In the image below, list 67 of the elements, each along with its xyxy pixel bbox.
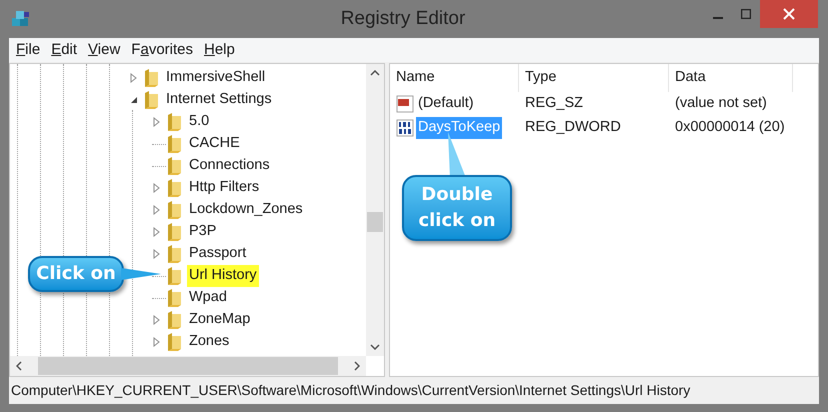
minimize-icon [713, 17, 723, 19]
collapsed-triangle-icon[interactable] [152, 337, 162, 347]
value-data: 0x00000014 (20) [674, 118, 786, 138]
horizontal-scrollbar[interactable] [10, 356, 366, 376]
callout-pointer [121, 268, 161, 280]
scrollbar-thumb[interactable] [38, 357, 338, 375]
tree-item[interactable]: P3P [187, 221, 218, 243]
folder-icon [166, 135, 182, 153]
scroll-down-icon[interactable] [370, 344, 380, 350]
tree-item[interactable]: Zones [187, 331, 232, 353]
window-title: Registry Editor [340, 6, 466, 31]
folder-icon [143, 69, 159, 87]
value-data: (value not set) [674, 94, 768, 114]
collapsed-triangle-icon[interactable] [152, 117, 162, 127]
tree-item[interactable]: Lockdown_Zones [187, 199, 305, 221]
folder-icon [166, 113, 182, 131]
tree-item[interactable]: Wpad [187, 287, 229, 309]
folder-icon [166, 311, 182, 329]
close-button[interactable] [760, 0, 818, 28]
maximize-icon [741, 9, 751, 19]
folder-icon [166, 157, 182, 175]
tree-item[interactable]: Connections [187, 155, 272, 177]
folder-icon [166, 179, 182, 197]
value-name[interactable]: (Default) [416, 93, 476, 115]
tree-item[interactable]: Passport [187, 243, 248, 265]
value-type: REG_DWORD [524, 118, 622, 138]
tree-item[interactable]: Http Filters [187, 177, 262, 199]
menu-item[interactable]: File [16, 38, 40, 62]
callout: Click on [28, 256, 124, 292]
folder-icon [166, 201, 182, 219]
folder-icon [166, 245, 182, 263]
column-header[interactable]: Type [519, 64, 669, 92]
callout: Double click on [402, 175, 512, 241]
expanded-triangle-icon[interactable] [129, 95, 139, 105]
menu-item[interactable]: View [88, 38, 120, 62]
tree-item[interactable]: CACHE [187, 133, 242, 155]
scroll-left-icon[interactable] [16, 361, 22, 371]
scrollbar-thumb[interactable] [367, 212, 383, 232]
tree-item[interactable]: Url History [187, 265, 259, 287]
close-icon [783, 8, 795, 20]
collapsed-triangle-icon[interactable] [129, 73, 139, 83]
folder-icon [166, 289, 182, 307]
folder-icon [166, 333, 182, 351]
collapsed-triangle-icon[interactable] [152, 315, 162, 325]
scroll-right-icon[interactable] [354, 361, 360, 371]
collapsed-triangle-icon[interactable] [152, 205, 162, 215]
scroll-up-icon[interactable] [370, 70, 380, 76]
tree-item[interactable]: ImmersiveShell [164, 67, 268, 89]
column-header[interactable]: Name [390, 64, 519, 92]
menu-item[interactable]: Favorites [131, 38, 193, 62]
menu-item[interactable]: Help [204, 38, 235, 62]
status-bar-path: Computer\HKEY_CURRENT_USER\Software\Microsoft\Windows\CurrentVersion\Internet Settings\Url History [11, 381, 690, 400]
tree-item[interactable]: 5.0 [187, 111, 212, 133]
column-header[interactable]: Data [669, 64, 793, 92]
collapsed-triangle-icon[interactable] [152, 249, 162, 259]
menu-item[interactable]: Edit [51, 38, 78, 62]
folder-icon [143, 91, 159, 109]
folder-icon [166, 267, 182, 285]
string-value-icon [396, 95, 414, 113]
folder-icon [166, 223, 182, 241]
collapsed-triangle-icon[interactable] [152, 227, 162, 237]
tree-item[interactable]: Internet Settings [164, 89, 274, 111]
binary-value-icon [396, 119, 414, 137]
tree-item[interactable]: ZoneMap [187, 309, 252, 331]
collapsed-triangle-icon[interactable] [152, 183, 162, 193]
vertical-scrollbar[interactable] [366, 64, 384, 356]
value-type: REG_SZ [524, 94, 584, 114]
